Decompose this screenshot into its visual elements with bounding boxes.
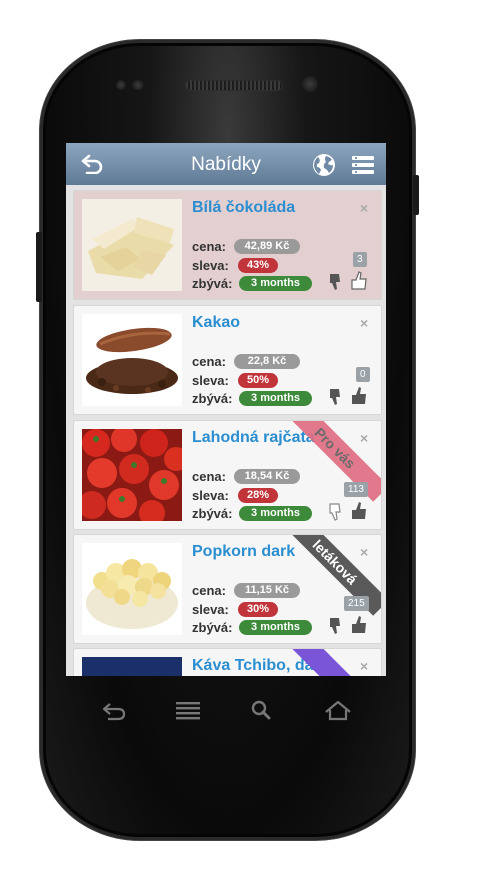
discount-label: sleva:: [192, 258, 229, 273]
price-badge: 18,54 Kč: [234, 469, 300, 484]
price-badge: 42,89 Kč: [234, 239, 300, 254]
price-badge: 22,8 Kč: [234, 354, 300, 369]
earpiece-speaker: [186, 81, 282, 90]
discount-badge: 50%: [238, 373, 278, 388]
thumb-down-icon[interactable]: [328, 388, 346, 406]
thumb-up-icon[interactable]: [350, 501, 368, 521]
close-icon[interactable]: ×: [360, 658, 368, 674]
product-image: [82, 657, 182, 676]
time-left-label: zbývá:: [192, 620, 233, 635]
time-left-badge: 3 months: [239, 391, 312, 406]
time-left-badge: 3 months: [239, 276, 312, 291]
thumb-down-icon[interactable]: [328, 503, 346, 521]
list-item[interactable]: Lahodná rajčata cena: 18,54 Kč sleva: 28…: [73, 420, 382, 530]
front-camera: [302, 76, 318, 92]
discount-badge: 30%: [238, 602, 278, 617]
screen: Nabídky Bílá čokoláda cena: 42,89 Kč sle…: [66, 143, 386, 676]
time-left-label: zbývá:: [192, 391, 233, 406]
thumb-up-icon[interactable]: [350, 386, 368, 406]
product-name[interactable]: Kakao: [192, 314, 240, 332]
time-left-badge: 3 months: [239, 506, 312, 521]
vote-count-badge: 0: [356, 367, 370, 382]
close-icon[interactable]: ×: [360, 315, 368, 331]
discount-badge: 43%: [238, 258, 278, 273]
list-item[interactable]: Káva Tchibo, dát to ×: [73, 648, 382, 676]
price-label: cena:: [192, 354, 226, 369]
price-label: cena:: [192, 239, 226, 254]
page-title: Nabídky: [191, 154, 261, 175]
product-image: [82, 199, 182, 291]
discount-label: sleva:: [192, 602, 229, 617]
product-image: [82, 429, 182, 521]
globe-icon[interactable]: [311, 152, 337, 178]
thumb-down-icon[interactable]: [328, 617, 346, 635]
price-badge: 11,15 Kč: [234, 583, 300, 598]
list-item[interactable]: Bílá čokoláda cena: 42,89 Kč sleva: 43% …: [73, 190, 382, 300]
close-icon[interactable]: ×: [360, 200, 368, 216]
offer-list[interactable]: Bílá čokoláda cena: 42,89 Kč sleva: 43% …: [66, 185, 386, 676]
top-bar: Nabídky: [66, 143, 386, 186]
thumb-down-icon[interactable]: [328, 273, 346, 291]
product-image: [82, 543, 182, 635]
price-label: cena:: [192, 583, 226, 598]
list-item[interactable]: Kakao cena: 22,8 Kč sleva: 50% zbývá: 3 …: [73, 305, 382, 415]
light-sensor: [132, 80, 144, 90]
close-icon[interactable]: ×: [360, 430, 368, 446]
vote-count-badge: 3: [353, 252, 367, 267]
product-name[interactable]: Popkorn dark: [192, 543, 295, 561]
product-name[interactable]: Lahodná rajčata: [192, 429, 315, 447]
volume-button: [36, 232, 42, 302]
discount-label: sleva:: [192, 373, 229, 388]
proximity-sensor: [116, 80, 126, 90]
vote-count-badge: 215: [344, 596, 369, 611]
thumb-up-icon[interactable]: [350, 271, 368, 291]
discount-label: sleva:: [192, 488, 229, 503]
discount-badge: 28%: [238, 488, 278, 503]
price-label: cena:: [192, 469, 226, 484]
thumb-up-icon[interactable]: [350, 615, 368, 635]
list-item[interactable]: Popkorn dark cena: 11,15 Kč sleva: 30% z…: [73, 534, 382, 644]
power-button: [413, 175, 419, 215]
product-image: [82, 314, 182, 406]
time-left-badge: 3 months: [239, 620, 312, 635]
menu-list-icon[interactable]: [352, 155, 374, 175]
time-left-label: zbývá:: [192, 506, 233, 521]
product-name[interactable]: Bílá čokoláda: [192, 199, 295, 217]
vote-count-badge: 113: [344, 482, 368, 497]
close-icon[interactable]: ×: [360, 544, 368, 560]
time-left-label: zbývá:: [192, 276, 233, 291]
